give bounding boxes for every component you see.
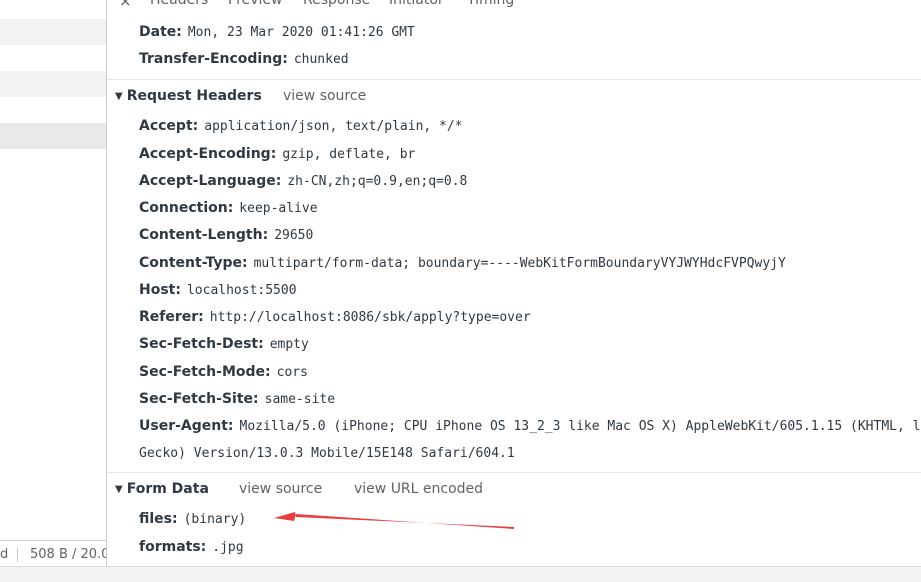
form-data-row: formats: .jpg	[139, 538, 244, 557]
form-data-value: .jpg	[212, 540, 244, 555]
header-row: Accept-Language: zh-CN,zh;q=0.9,en;q=0.8	[139, 172, 467, 191]
header-row: Connection: keep-alive	[139, 199, 318, 218]
header-key: Sec-Fetch-Dest:	[139, 336, 264, 352]
header-row: Referer: http://localhost:8086/sbk/apply?…	[139, 308, 531, 327]
view-source-link[interactable]: view source	[239, 480, 322, 498]
request-details-pane: × Headers Preview Response Initiator Tim…	[107, 0, 921, 582]
header-value: gzip, deflate, br	[282, 147, 416, 162]
form-data-key: formats:	[139, 539, 207, 555]
section-divider	[107, 472, 921, 473]
header-value: Mozilla/5.0 (iPhone; CPU iPhone OS 13_2_…	[239, 419, 921, 434]
header-row: Sec-Fetch-Site: same-site	[139, 390, 335, 409]
header-key: Connection:	[139, 200, 234, 216]
header-row: User-Agent: Mozilla/5.0 (iPhone; CPU iPho…	[139, 417, 921, 436]
header-key: Content-Type:	[139, 255, 248, 271]
tab-timing[interactable]: Timing	[467, 0, 514, 8]
header-row: Content-Type: multipart/form-data; bounda…	[139, 254, 786, 273]
form-data-value: (binary)	[183, 512, 247, 527]
form-data-section-title[interactable]: ▼ Form Data view source view URL encoded	[115, 480, 483, 500]
view-source-link[interactable]: view source	[283, 87, 366, 105]
header-key: Content-Length:	[139, 227, 269, 243]
view-url-encoded-link[interactable]: view URL encoded	[354, 480, 483, 498]
details-tabs: × Headers Preview Response Initiator Tim…	[107, 0, 921, 14]
header-value: multipart/form-data; boundary=----WebKit…	[253, 256, 786, 271]
section-divider	[107, 79, 921, 80]
request-row[interactable]	[0, 71, 106, 97]
header-row: Host: localhost:5500	[139, 281, 297, 300]
tab-response[interactable]: Response	[303, 0, 370, 8]
header-value: Gecko) Version/13.0.3 Mobile/15E148 Safa…	[139, 446, 515, 461]
section-title: Form Data	[126, 481, 209, 497]
form-data-row: files: (binary)	[139, 510, 246, 529]
header-row: Date: Mon, 23 Mar 2020 01:41:26 GMT	[139, 23, 415, 42]
network-status-bar: d 508 B / 20.0	[0, 540, 106, 569]
status-separator	[17, 548, 18, 562]
header-key: Accept:	[139, 118, 199, 134]
header-row-continuation: Gecko) Version/13.0.3 Mobile/15E148 Safa…	[139, 444, 515, 463]
tab-preview[interactable]: Preview	[228, 0, 283, 8]
header-key: Accept-Encoding:	[139, 146, 277, 162]
request-row-selected[interactable]	[0, 123, 106, 149]
header-row: Sec-Fetch-Mode: cors	[139, 363, 308, 382]
header-value: zh-CN,zh;q=0.9,en;q=0.8	[287, 174, 468, 189]
header-key: Host:	[139, 282, 181, 298]
expand-triangle-icon[interactable]: ▼	[115, 484, 123, 495]
header-value: localhost:5500	[186, 283, 297, 298]
header-row: Accept: application/json, text/plain, */*	[139, 117, 463, 136]
header-key: Sec-Fetch-Mode:	[139, 364, 271, 380]
header-row: Accept-Encoding: gzip, deflate, br	[139, 145, 415, 164]
header-row: Sec-Fetch-Dest: empty	[139, 335, 309, 354]
header-value: same-site	[264, 392, 336, 407]
horizontal-scrollbar[interactable]	[0, 566, 921, 582]
header-value: empty	[269, 337, 309, 352]
header-key: Transfer-Encoding:	[139, 51, 288, 67]
header-value: keep-alive	[239, 201, 318, 216]
tab-initiator[interactable]: Initiator	[389, 0, 444, 8]
request-row[interactable]	[0, 19, 106, 45]
header-key: Referer:	[139, 309, 204, 325]
tab-headers[interactable]: Headers	[150, 0, 208, 8]
request-headers-section-title[interactable]: ▼ Request Headers view source	[115, 87, 366, 107]
header-value: cors	[276, 365, 308, 380]
header-key: Date:	[139, 24, 182, 40]
header-value: application/json, text/plain, */*	[204, 119, 463, 134]
transferred-size-label: 508 B / 20.0	[30, 547, 106, 562]
header-value: http://localhost:8086/sbk/apply?type=ove…	[209, 310, 531, 325]
header-row: Content-Length: 29650	[139, 226, 313, 245]
header-value: 29650	[274, 228, 314, 243]
header-key: Accept-Language:	[139, 173, 282, 189]
close-icon[interactable]: ×	[119, 0, 132, 10]
section-title: Request Headers	[126, 88, 262, 104]
finished-label: d	[0, 547, 9, 562]
expand-triangle-icon[interactable]: ▼	[115, 91, 123, 102]
form-data-key: files:	[139, 511, 178, 527]
header-key: User-Agent:	[139, 418, 234, 434]
header-key: Sec-Fetch-Site:	[139, 391, 259, 407]
header-value: chunked	[293, 52, 349, 67]
request-list: d 508 B / 20.0	[0, 0, 106, 582]
devtools-network-panel: d 508 B / 20.0 × Headers Preview Respons…	[0, 0, 921, 582]
header-row: Transfer-Encoding: chunked	[139, 50, 349, 69]
header-value: Mon, 23 Mar 2020 01:41:26 GMT	[187, 25, 415, 40]
